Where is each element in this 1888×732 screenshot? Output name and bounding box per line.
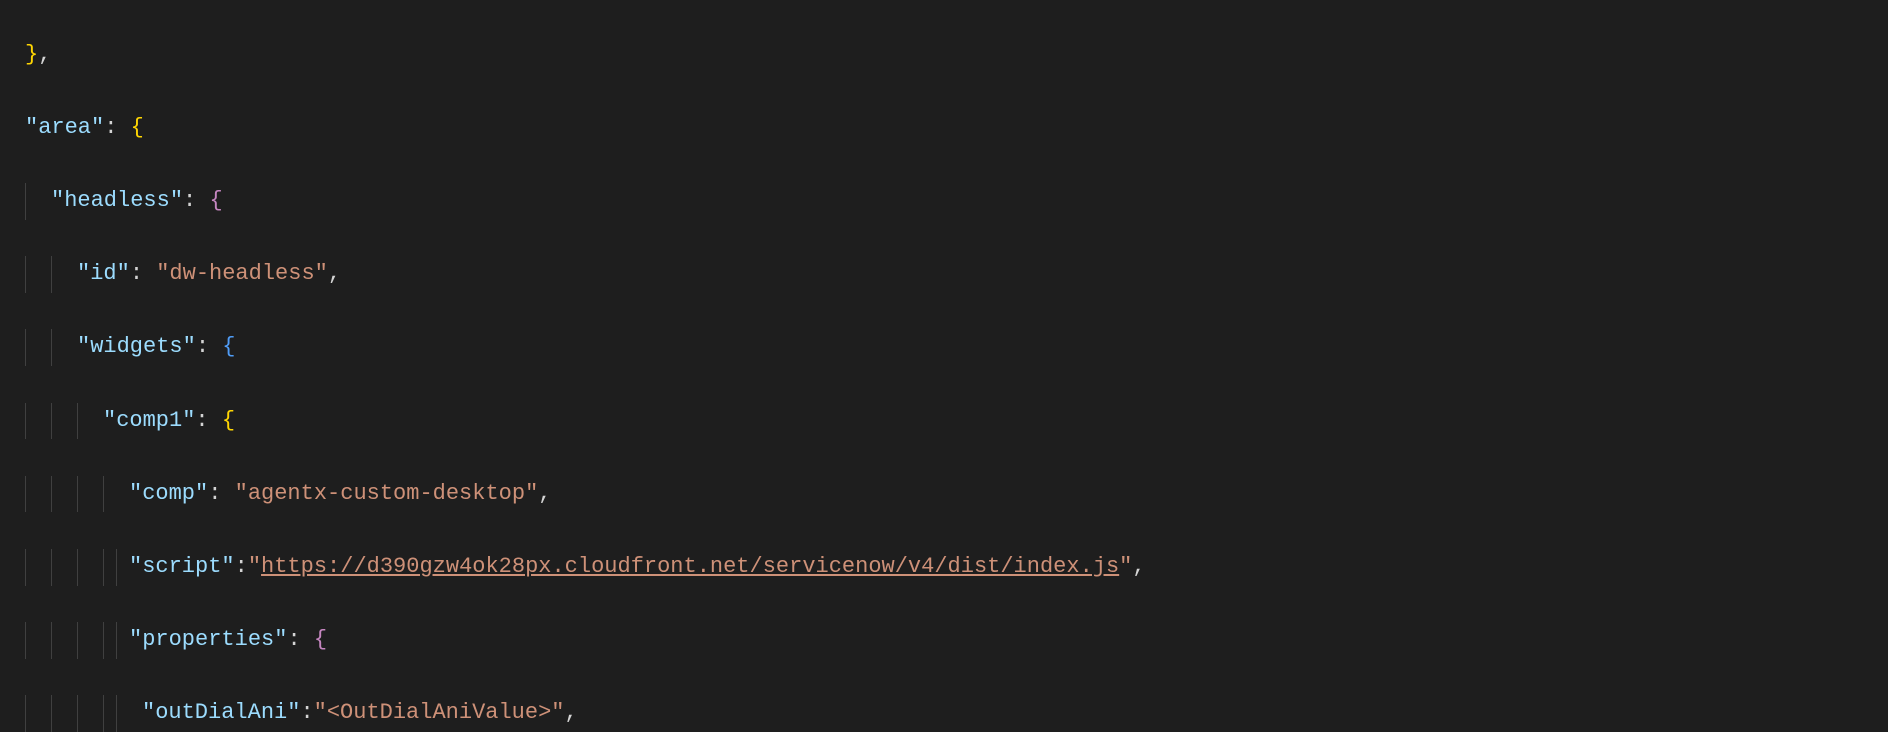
code-line[interactable]: "properties": { (0, 622, 1888, 659)
colon: : (104, 115, 117, 140)
colon: : (208, 481, 221, 506)
code-line[interactable]: "script":"https://d390gzw4ok28px.cloudfr… (0, 549, 1888, 586)
colon: : (183, 188, 196, 213)
json-key-area: "area" (25, 115, 104, 140)
json-key-properties: "properties" (129, 627, 287, 652)
json-string: "agentx-custom-desktop" (235, 481, 539, 506)
code-editor[interactable]: }, "area": { "headless": { "id": "dw-hea… (0, 0, 1888, 732)
brace-close: } (25, 42, 38, 67)
comma: , (1132, 554, 1145, 579)
json-key-comp: "comp" (129, 481, 208, 506)
brace-open: { (131, 115, 144, 140)
colon: : (196, 334, 209, 359)
quote: " (1119, 554, 1132, 579)
quote: " (248, 554, 261, 579)
json-key-headless: "headless" (51, 188, 183, 213)
comma: , (564, 700, 577, 725)
colon: : (300, 700, 313, 725)
colon: : (130, 261, 143, 286)
colon: : (287, 627, 300, 652)
json-key-id: "id" (77, 261, 130, 286)
comma: , (538, 481, 551, 506)
comma: , (328, 261, 341, 286)
brace-open: { (222, 334, 235, 359)
json-key-widgets: "widgets" (77, 334, 196, 359)
code-line[interactable]: }, (0, 37, 1888, 74)
code-line[interactable]: "headless": { (0, 183, 1888, 220)
code-line[interactable]: "comp": "agentx-custom-desktop", (0, 476, 1888, 513)
code-line[interactable]: "outDialAni":"<OutDialAniValue>", (0, 695, 1888, 732)
brace-open: { (222, 408, 235, 433)
code-line[interactable]: "widgets": { (0, 329, 1888, 366)
url-link[interactable]: https://d390gzw4ok28px.cloudfront.net/se… (261, 554, 1119, 579)
json-key-script: "script" (129, 554, 235, 579)
colon: : (235, 554, 248, 579)
json-string: "<OutDialAniValue>" (314, 700, 565, 725)
code-line[interactable]: "comp1": { (0, 403, 1888, 440)
brace-open: { (314, 627, 327, 652)
code-line[interactable]: "id": "dw-headless", (0, 256, 1888, 293)
json-key-outdialani: "outDialAni" (142, 700, 300, 725)
code-line[interactable]: "area": { (0, 110, 1888, 147)
json-string: "dw-headless" (156, 261, 328, 286)
colon: : (195, 408, 208, 433)
comma: , (38, 42, 51, 67)
brace-open: { (209, 188, 222, 213)
json-key-comp1: "comp1" (103, 408, 195, 433)
